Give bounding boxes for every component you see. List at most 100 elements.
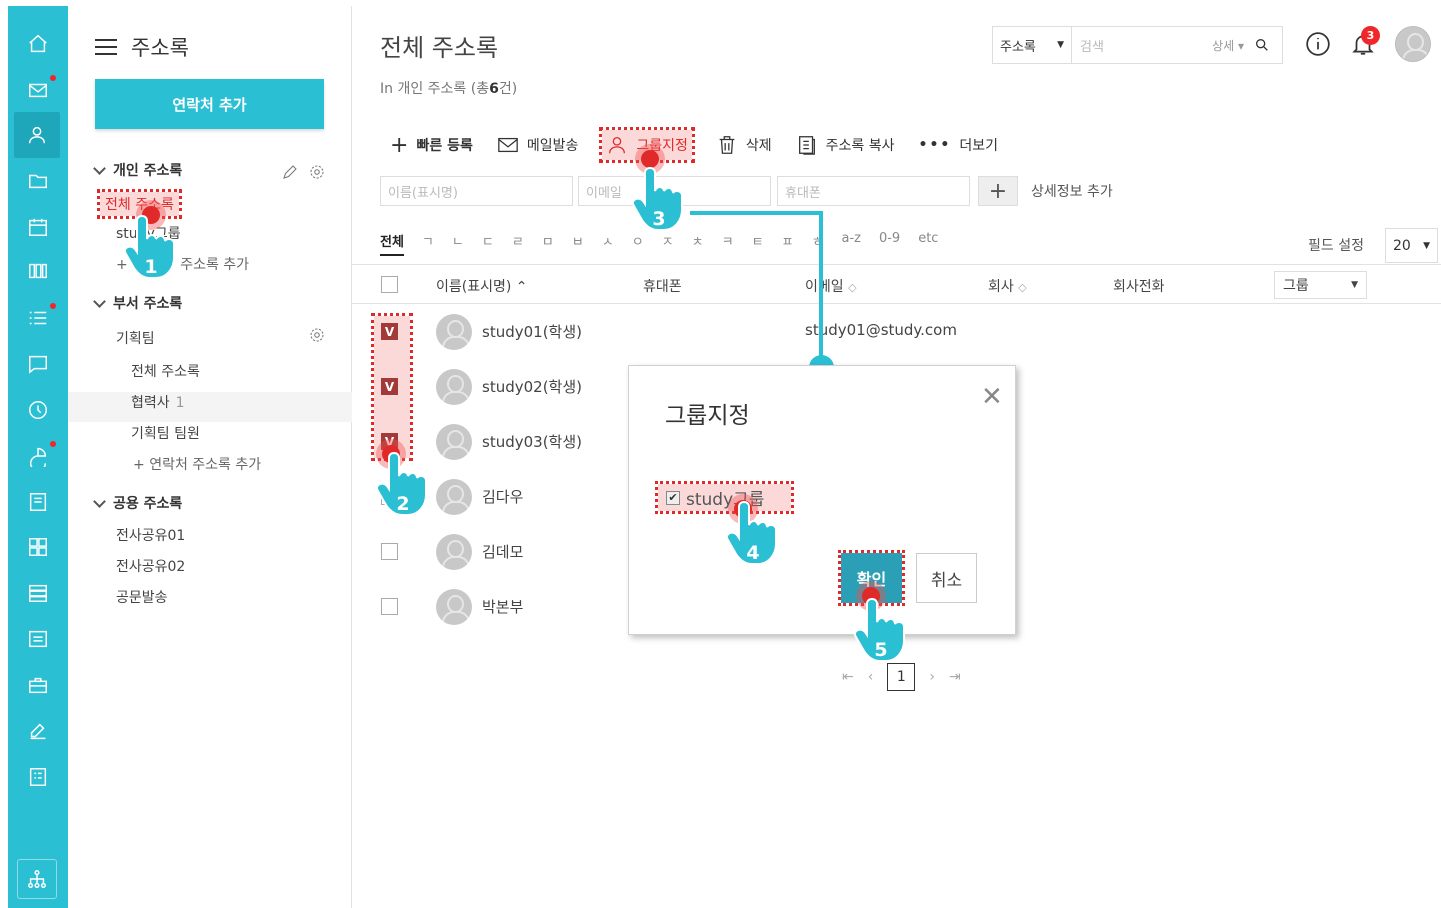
contact-name[interactable]: study01(학생) [482,321,582,342]
search-scope-select[interactable]: 주소록 ▼ [993,27,1072,63]
home-icon[interactable] [8,21,68,67]
dept-group-toggle[interactable]: 부서 주소록 [93,293,182,313]
column-email[interactable]: 이메일 ◇ [805,276,857,296]
column-name[interactable]: 이름(표시명) ⌃ [436,276,528,296]
pagination: ⇤ ‹ 1 › ⇥ [842,663,961,691]
detail-add-link[interactable]: 상세정보 추가 [1031,181,1113,201]
sidebar-item-partner[interactable]: 협력사 1 [131,392,185,412]
contact-name[interactable]: 김데모 [482,541,523,562]
alpha-filter-item[interactable]: ㅅ [602,231,614,256]
prev-page-icon[interactable]: ‹ [868,669,874,685]
org-chart-icon[interactable] [17,859,57,899]
delete-button[interactable]: 삭제 [716,130,772,160]
search-detail-toggle[interactable]: 상세 ▾ [1212,37,1244,54]
alpha-filter-item[interactable]: 전체 [380,231,404,256]
alpha-filter-item[interactable]: etc [918,231,938,256]
calendar-icon[interactable] [8,204,68,250]
alpha-filter-item[interactable]: ㅈ [662,231,674,256]
field-settings-link[interactable]: 필드 설정 [1308,235,1364,255]
send-mail-button[interactable]: 메일발송 [497,130,578,160]
notice-icon[interactable] [8,616,68,662]
alpha-filter-item[interactable]: 0-9 [879,231,900,256]
public-group-toggle[interactable]: 공용 주소록 [93,493,182,513]
contact-name[interactable]: 김다우 [482,486,523,507]
alpha-filter-item[interactable]: ㅍ [782,231,794,256]
folder-icon[interactable] [8,158,68,204]
survey-icon[interactable] [8,754,68,800]
last-page-icon[interactable]: ⇥ [949,669,961,685]
sidebar-title: 주소록 [131,36,189,60]
alpha-filter-item[interactable]: a-z [841,231,860,256]
gear-icon[interactable] [308,326,326,344]
current-page[interactable]: 1 [887,663,916,691]
column-company[interactable]: 회사 ◇ [988,276,1027,296]
column-phone[interactable]: 휴대폰 [643,276,682,296]
edit-icon[interactable] [8,708,68,754]
copy-addressbook-button[interactable]: 주소록 복사 [796,130,895,160]
row-checkbox[interactable]: V [381,378,398,395]
more-button[interactable]: ••• 더보기 [919,130,999,160]
contact-name[interactable]: study03(학생) [482,431,582,452]
quick-name-input[interactable]: 이름(표시명) [380,176,573,206]
contact-name[interactable]: 박본부 [482,596,523,617]
sidebar-item-public-3[interactable]: 공문발송 [116,587,168,607]
page-size-select[interactable]: 20 ▼ [1385,228,1438,263]
personal-group-toggle[interactable]: 개인 주소록 [93,160,182,180]
contacts-icon[interactable] [14,112,60,158]
info-icon[interactable] [1304,30,1332,58]
sidebar-item-team-members[interactable]: 기획팀 팀원 [131,423,200,443]
quick-phone-input[interactable]: 휴대폰 [777,176,970,206]
gear-icon[interactable] [308,163,326,181]
sidebar-item-dept-all[interactable]: 전체 주소록 [131,361,200,381]
alpha-filter-item[interactable]: ㅋ [722,231,734,256]
alpha-filter-item[interactable]: ㄹ [512,231,524,256]
alpha-filter-item[interactable]: ㅊ [692,231,704,256]
menu-icon[interactable] [95,39,117,55]
quick-add-plus-button[interactable]: + [978,176,1018,206]
avatar[interactable] [1395,26,1431,62]
search-input[interactable]: 검색 [1072,36,1212,55]
cancel-button[interactable]: 취소 [916,553,977,603]
group-filter-select[interactable]: 그룹 ▼ [1274,271,1367,299]
archive-icon[interactable] [8,570,68,616]
mail-icon[interactable] [8,67,68,113]
alpha-filter-item[interactable]: ㅂ [572,231,584,256]
next-page-icon[interactable]: › [929,669,935,685]
close-icon[interactable]: ✕ [981,382,1003,412]
row-checkbox[interactable] [381,598,398,615]
add-contact-button[interactable]: 연락처 추가 [95,79,324,129]
table-row[interactable]: Vstudy01(학생) study01@study.com [352,305,1441,360]
alpha-filter-item[interactable]: ㅇ [632,231,644,256]
search-icon[interactable] [1254,37,1270,53]
sidebar-item-public-1[interactable]: 전사공유01 [116,525,185,545]
add-contact-book-link[interactable]: + 연락처 주소록 추가 [133,454,261,474]
first-page-icon[interactable]: ⇤ [842,669,854,685]
clock-icon[interactable] [8,387,68,433]
document-icon[interactable] [8,479,68,525]
apps-icon[interactable] [8,524,68,570]
alpha-filter-item[interactable]: ㅁ [542,231,554,256]
column-company-phone[interactable]: 회사전화 [1113,276,1165,296]
alpha-filter-item[interactable]: ㄷ [482,231,494,256]
list-icon[interactable] [8,295,68,341]
sidebar-item-public-2[interactable]: 전사공유02 [116,556,185,576]
board-icon[interactable] [8,248,68,294]
quick-add-button[interactable]: + 빠른 등록 [390,130,473,160]
alpha-filter-item[interactable]: ㄱ [422,231,434,256]
breadcrumb: In 개인 주소록 (총6건) [380,81,518,97]
avatar [436,369,472,405]
app-rail [8,6,68,908]
chat-icon[interactable] [8,341,68,387]
avatar [436,424,472,460]
alpha-filter-item[interactable]: ㄴ [452,231,464,256]
report-icon[interactable] [8,433,68,479]
row-checkbox[interactable]: V [381,323,398,340]
alpha-filter-item[interactable]: ㅌ [752,231,764,256]
select-all-checkbox[interactable] [381,276,398,293]
row-checkbox[interactable] [381,543,398,560]
briefcase-icon[interactable] [8,662,68,708]
contact-name[interactable]: study02(학생) [482,376,582,397]
pointer-hand-icon: 5 [850,593,910,665]
pencil-icon[interactable] [281,163,299,181]
sidebar-item-team[interactable]: 기획팀 [116,328,155,348]
